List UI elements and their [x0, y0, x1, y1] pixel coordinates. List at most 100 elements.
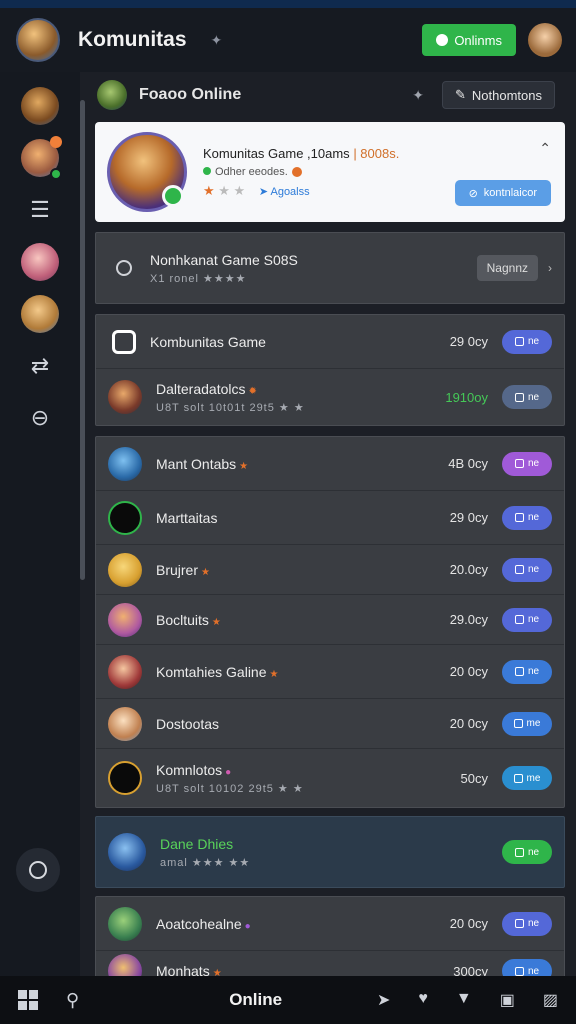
list-item[interactable]: Dalteradatolcs ✹ U8T solt 10t01t 29t5 ★ ★…	[96, 369, 564, 425]
list-item-sub: X1 ronel ★★★★	[150, 272, 247, 285]
tag-button[interactable]: ne	[502, 840, 552, 864]
top-bar: Komunitas ✦ Onlinms	[0, 0, 576, 72]
list-item[interactable]: Kombunitas Game 29 0cy ne	[96, 315, 564, 369]
list-item-name: Aoatcohealne ●	[156, 915, 251, 932]
sidebar-share-icon[interactable]: ⇄	[21, 347, 59, 385]
list-item-time: 1910oy	[445, 389, 488, 405]
community-group-card: Kombunitas Game 29 0cy ne Dalteradatolcs…	[95, 314, 565, 426]
list-item-sub: amal ★★★ ★★	[160, 856, 251, 869]
list-item-sub: U8T solt 10102 29t5 ★ ★	[156, 782, 304, 795]
add-icon[interactable]: ✦	[412, 87, 424, 104]
send-icon[interactable]: ➤	[377, 990, 390, 1010]
section-avatar	[97, 80, 127, 110]
online-status-label: Onlinms	[454, 32, 502, 48]
list-item-sub: U8T solt 10t01t 29t5 ★ ★	[156, 401, 305, 414]
list-item-name: Nonhkanat Game S08S	[150, 251, 298, 268]
list-item-avatar	[108, 906, 142, 941]
list-item[interactable]: Marttaitas 29 0cy ne	[96, 491, 564, 545]
list-item-time: 20 0cy	[449, 664, 488, 679]
user-avatar[interactable]	[528, 23, 562, 57]
list-item-name: Mant Ontabs ★	[156, 455, 249, 472]
app-avatar[interactable]	[16, 18, 60, 62]
online-status-button[interactable]: Onlinms	[422, 24, 516, 56]
filter-icon[interactable]: ▼	[456, 990, 472, 1010]
list-item-avatar	[108, 761, 142, 795]
list-item-avatar	[108, 833, 146, 871]
sidebar-avatar-4[interactable]	[21, 295, 59, 333]
tag-button[interactable]: me	[502, 766, 552, 790]
scrollbar[interactable]	[80, 100, 85, 580]
list-item[interactable]: Mant Ontabs ★ 4B 0cy ne	[96, 437, 564, 491]
list-item[interactable]: Bocltuits ★ 29.0cy ne	[96, 595, 564, 645]
list-item-name: Dalteradatolcs ✹	[156, 380, 257, 397]
status-dot-icon	[436, 34, 449, 46]
link-icon: ⊘	[468, 187, 478, 200]
sidebar-avatar-1[interactable]	[21, 87, 59, 125]
tag-button[interactable]: ne	[502, 505, 552, 530]
app-square-icon	[112, 329, 136, 354]
tag-button[interactable]: ne	[502, 911, 552, 936]
list-item[interactable]: Brujrer ★ 20.0cy ne	[96, 545, 564, 595]
list-item[interactable]: Komnlotos ● U8T solt 10102 29t5 ★ ★ 50cy …	[96, 749, 564, 807]
online-indicator	[50, 168, 62, 180]
tag-button[interactable]: ne	[502, 329, 552, 354]
list-item[interactable]: Komtahies Galine ★ 20 0cy ne	[96, 645, 564, 699]
sidebar-user-icon[interactable]: ⊖	[21, 399, 59, 437]
list-item-name: Dostootas	[156, 715, 220, 732]
list-item-name: Bocltuits ★	[156, 611, 221, 628]
main-panel: Foaoo Online ✦ ✎ Nothomtons Komunitas Ga…	[95, 72, 565, 992]
list-item-time: 50cy	[460, 770, 488, 786]
sidebar-home-button[interactable]	[16, 848, 60, 892]
featured-title: Komunitas Game ,10ams | 8008s.	[203, 145, 400, 161]
list-item[interactable]: Nonhkanat Game S08S X1 ronel ★★★★ Nagnnz…	[96, 233, 564, 303]
game-icon[interactable]: ▣	[500, 990, 515, 1010]
tag-button[interactable]: ne	[502, 385, 552, 409]
featured-action-button[interactable]: ⊘ kontnlaicor	[454, 180, 551, 206]
community-group-card: Mant Ontabs ★ 4B 0cy ne Marttaitas 29 0cy…	[95, 436, 565, 808]
notifications-label: Nothomtons	[471, 87, 542, 103]
list-item[interactable]: Dane Dhies amal ★★★ ★★ ne	[96, 817, 564, 887]
search-icon[interactable]: ⚲	[66, 990, 79, 1011]
tag-button[interactable]: ne	[502, 557, 552, 582]
list-item-time: 29.0cy	[449, 612, 488, 627]
navigate-button[interactable]: Nagnnz	[476, 255, 538, 281]
section-title: Foaoo Online	[139, 86, 242, 103]
tag-button[interactable]: ne	[502, 607, 552, 632]
tag-button[interactable]: ne	[502, 451, 552, 476]
chevron-up-icon[interactable]: ⌃	[539, 140, 551, 157]
list-item-time: 29 0cy	[449, 510, 488, 525]
bell-icon: ✎	[455, 87, 466, 102]
list-item-avatar	[108, 654, 142, 689]
taskbar-online-label[interactable]: Online	[229, 990, 282, 1010]
sidebar-avatar-3[interactable]	[21, 243, 59, 281]
notification-badge	[50, 136, 62, 148]
pin-icon[interactable]: ✦	[211, 32, 223, 49]
app-title: Komunitas	[78, 28, 187, 51]
search-icon	[116, 260, 132, 276]
heart-icon[interactable]: ♥	[418, 990, 428, 1010]
list-item-name: Dane Dhies	[160, 835, 234, 852]
featured-subtitle: Odher eeodes.	[203, 166, 399, 178]
list-item-avatar	[108, 706, 142, 741]
list-item[interactable]: Dostootas 20 0cy me	[96, 699, 564, 749]
sidebar-avatar-2[interactable]	[21, 136, 62, 180]
list-item-avatar	[108, 602, 142, 637]
list-item-name: Komtahies Galine ★	[156, 663, 279, 680]
sidebar-notes-icon[interactable]: ☰	[21, 191, 59, 229]
windows-start-icon[interactable]	[18, 990, 38, 1010]
chevron-right-icon[interactable]: ›	[548, 261, 552, 275]
tag-button[interactable]: ne	[502, 659, 552, 684]
list-item[interactable]: Aoatcohealne ● 20 0cy ne	[96, 897, 564, 951]
list-item-avatar	[108, 500, 142, 535]
notifications-button[interactable]: ✎ Nothomtons	[442, 81, 555, 109]
ring-icon	[29, 861, 47, 879]
list-item-time: 20 0cy	[449, 716, 488, 731]
image-icon[interactable]: ▨	[543, 990, 558, 1010]
tag-button[interactable]: me	[502, 711, 552, 736]
featured-rating: ★ ★ ★ ➤ Agoalss	[203, 182, 310, 198]
online-indicator	[162, 185, 184, 207]
featured-link[interactable]: ➤ Agoalss	[259, 186, 310, 198]
community-group-card: Nonhkanat Game S08S X1 ronel ★★★★ Nagnnz…	[95, 232, 565, 304]
list-item-avatar	[108, 446, 142, 481]
featured-community-card[interactable]: Komunitas Game ,10ams | 8008s. Odher eeo…	[95, 122, 565, 222]
